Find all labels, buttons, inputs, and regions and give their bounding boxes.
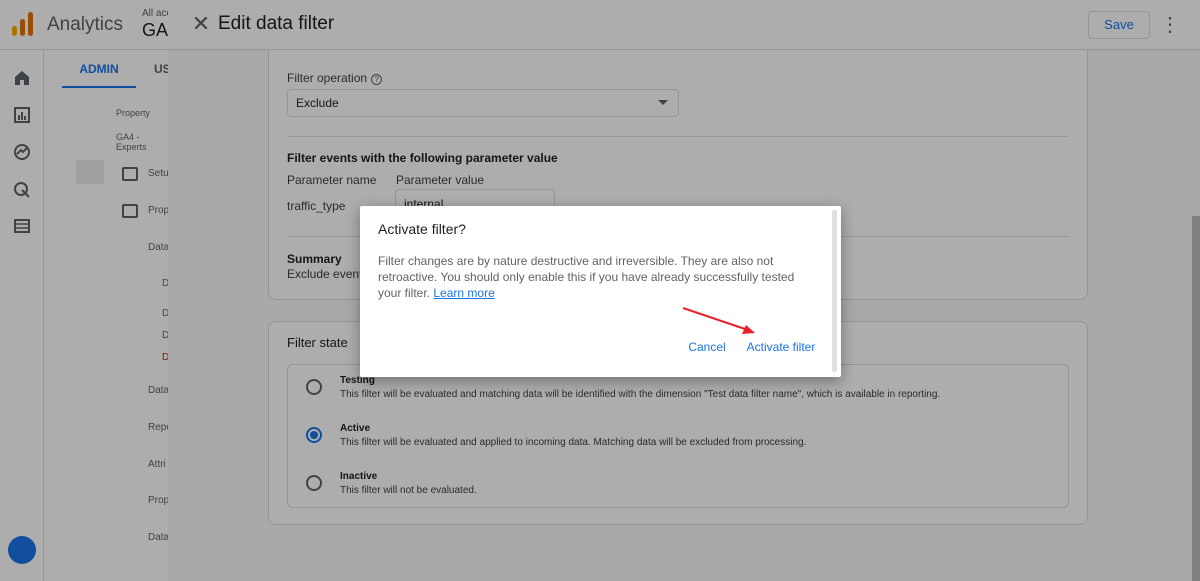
dialog-body: Filter changes are by nature destructive… <box>378 253 818 301</box>
learn-more-link[interactable]: Learn more <box>433 286 494 300</box>
dialog-scrollbar[interactable] <box>832 210 837 372</box>
dialog-title: Activate filter? <box>378 221 466 237</box>
annotation-arrow-icon <box>682 307 755 334</box>
activate-filter-dialog: Activate filter? Filter changes are by n… <box>360 206 841 377</box>
